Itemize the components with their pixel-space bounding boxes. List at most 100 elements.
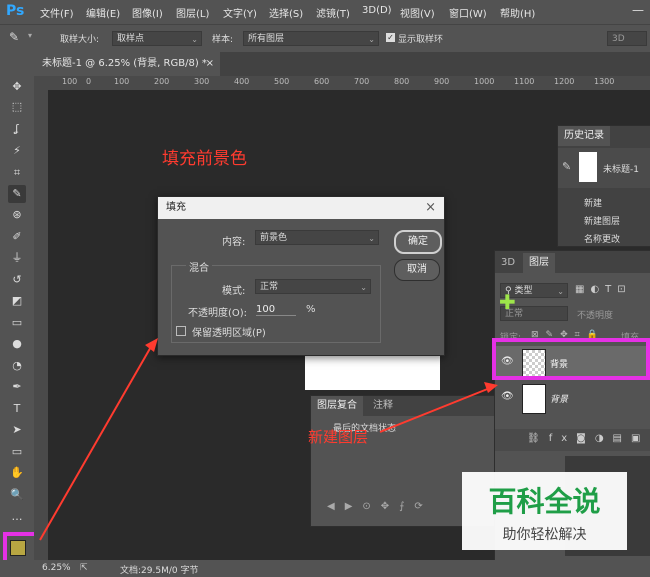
menu-filter[interactable]: 滤镜(T) (316, 5, 350, 20)
layer-filter-icons[interactable]: ▦◐T⊡ (575, 284, 632, 295)
tab-notes[interactable]: 注释 (367, 396, 399, 416)
chevron-down-icon: ⌄ (368, 35, 375, 44)
content-select[interactable]: 前景色 ⌄ (255, 230, 379, 245)
menu-image[interactable]: 图像(I) (132, 5, 163, 20)
ruler-tick: 500 (274, 77, 290, 86)
blend-group-label: 混合 (186, 259, 212, 274)
type-tool-icon[interactable]: T (8, 400, 26, 418)
comps-footer-icons[interactable]: ◀▶⊙✥⨍⟳ (327, 501, 433, 512)
minimize-button[interactable]: — (632, 3, 644, 17)
path-select-tool-icon[interactable]: ➤ (8, 421, 26, 439)
cancel-button[interactable]: 取消 (394, 259, 440, 281)
healing-brush-tool-icon[interactable]: ⊛ (8, 206, 26, 224)
menu-bar: Ps 文件(F) 编辑(E) 图像(I) 图层(L) 文字(Y) 选择(S) 滤… (0, 0, 650, 24)
layer-row[interactable]: 👁 背景 (495, 381, 650, 415)
tools-panel: ✥ ⬚ ʆ ⚡ ⌗ ✎ ⊛ ✐ ⏚ ↺ ◩ ▭ ● ◔ ✒ T ➤ ▭ ✋ 🔍 … (0, 52, 35, 577)
menu-edit[interactable]: 编辑(E) (86, 5, 120, 20)
options-bar: ✎ ▾ 取样大小: 取样点 ⌄ 样本: 所有图层 ⌄ ✓ 显示取样环 3D (0, 24, 650, 53)
history-item[interactable]: 新建 (584, 196, 602, 209)
preserve-transparency-checkbox[interactable] (176, 326, 186, 336)
eye-icon[interactable]: 👁 (501, 391, 514, 402)
opacity-unit: % (306, 304, 316, 315)
crop-tool-icon[interactable]: ⌗ (8, 164, 26, 182)
annotation-new-layer: 新建图层 (308, 428, 369, 446)
move-tool-icon[interactable]: ✥ (8, 78, 26, 96)
sample-select[interactable]: 所有图层 ⌄ (243, 31, 379, 46)
tab-3d[interactable]: 3D (495, 253, 521, 273)
show-ring-checkbox[interactable]: ✓ (386, 33, 395, 42)
close-icon[interactable]: × (425, 197, 436, 219)
mode-select[interactable]: 正常 ⌄ (255, 279, 371, 294)
history-item[interactable]: 名称更改 (584, 232, 620, 245)
rectangle-tool-icon[interactable]: ▭ (8, 443, 26, 461)
document-tab-title: 未标题-1 @ 6.25% (背景, RGB/8) * (42, 58, 207, 69)
3d-mode-field[interactable]: 3D (607, 31, 647, 46)
chevron-down-icon: ⌄ (368, 234, 375, 243)
ruler-tick: 200 (154, 77, 170, 86)
eraser-tool-icon[interactable]: ◩ (8, 292, 26, 310)
menu-layer[interactable]: 图层(L) (176, 5, 209, 20)
eyedropper-icon[interactable]: ✎ (9, 30, 19, 44)
blur-tool-icon[interactable]: ● (8, 335, 26, 353)
sample-label: 样本: (212, 35, 234, 45)
opacity-label: 不透明度 (577, 311, 614, 321)
pen-tool-icon[interactable]: ✒ (8, 378, 26, 396)
ok-button[interactable]: 确定 (394, 230, 442, 254)
document-tab[interactable]: 未标题-1 @ 6.25% (背景, RGB/8) * × (34, 52, 220, 76)
add-layer-cursor-icon: ✚ (499, 290, 516, 314)
ruler-tick: 1200 (554, 77, 575, 86)
sample-size-label: 取样大小: (60, 35, 100, 45)
ruler-tick: 100 (114, 77, 130, 86)
chevron-down-icon: ⌄ (557, 287, 564, 296)
ruler-tick: 700 (354, 77, 370, 86)
selected-layer-highlight (492, 338, 650, 380)
menu-window[interactable]: 窗口(W) (449, 5, 487, 20)
zoom-tool-icon[interactable]: 🔍 (8, 486, 26, 504)
ruler-tick: 1000 (474, 77, 495, 86)
content-label: 内容: (222, 237, 246, 248)
menu-type[interactable]: 文字(Y) (223, 5, 257, 20)
stamp-tool-icon[interactable]: ⏚ (8, 249, 26, 267)
marquee-tool-icon[interactable]: ⬚ (8, 98, 26, 116)
lasso-tool-icon[interactable]: ʆ (8, 120, 26, 138)
chevron-down-icon[interactable]: ▾ (28, 31, 32, 40)
menu-help[interactable]: 帮助(H) (500, 5, 535, 20)
opacity-input[interactable]: 100 (256, 304, 296, 316)
layer-name[interactable]: 背景 (550, 392, 568, 405)
tab-layers[interactable]: 图层 (523, 253, 555, 273)
zoom-level[interactable]: 6.25% (42, 563, 71, 573)
document-canvas[interactable] (305, 355, 440, 390)
tab-layer-comps[interactable]: 图层复合 (311, 396, 363, 416)
more-tools-icon[interactable]: … (8, 508, 26, 526)
menu-select[interactable]: 选择(S) (269, 5, 303, 20)
share-icon[interactable]: ⇱ (80, 563, 88, 573)
close-icon[interactable]: × (206, 52, 214, 76)
ruler-tick: 100 (62, 77, 78, 86)
history-item[interactable]: 新建图层 (584, 214, 620, 227)
opacity-label: 不透明度(O): (188, 308, 248, 319)
horizontal-ruler: 100 0 100 200 300 400 500 600 700 800 90… (34, 76, 650, 91)
ruler-tick: 400 (234, 77, 250, 86)
dodge-tool-icon[interactable]: ◔ (8, 357, 26, 375)
watermark-title: 百科全说 (488, 485, 601, 518)
ruler-tick: 600 (314, 77, 330, 86)
brush-tool-icon[interactable]: ✐ (8, 228, 26, 246)
menu-file[interactable]: 文件(F) (40, 5, 74, 20)
annotation-fill-foreground: 填充前景色 (162, 149, 247, 169)
magic-wand-tool-icon[interactable]: ⚡ (8, 142, 26, 160)
history-brush-tool-icon[interactable]: ↺ (8, 271, 26, 289)
history-brush-icon[interactable]: ✎ (562, 160, 571, 173)
status-bar: 6.25% ⇱ 文档:29.5M/0 字节 (0, 560, 650, 577)
eyedropper-tool-icon[interactable]: ✎ (8, 185, 26, 203)
gradient-tool-icon[interactable]: ▭ (8, 314, 26, 332)
menu-3d[interactable]: 3D(D) (362, 5, 392, 16)
fill-dialog: 填充 × 内容: 前景色 ⌄ 确定 取消 混合 模式: 正常 ⌄ 不透明度(O): … (157, 196, 445, 356)
sample-size-select[interactable]: 取样点 ⌄ (112, 31, 202, 46)
mode-label: 模式: (222, 286, 246, 297)
tab-history[interactable]: 历史记录 (558, 126, 610, 146)
hand-tool-icon[interactable]: ✋ (8, 464, 26, 482)
snapshot-thumbnail (579, 152, 597, 182)
menu-view[interactable]: 视图(V) (400, 5, 435, 20)
chevron-down-icon: ⌄ (191, 35, 198, 44)
layers-footer-icons[interactable]: ⛓fx◙◑▤▣ (527, 433, 649, 444)
